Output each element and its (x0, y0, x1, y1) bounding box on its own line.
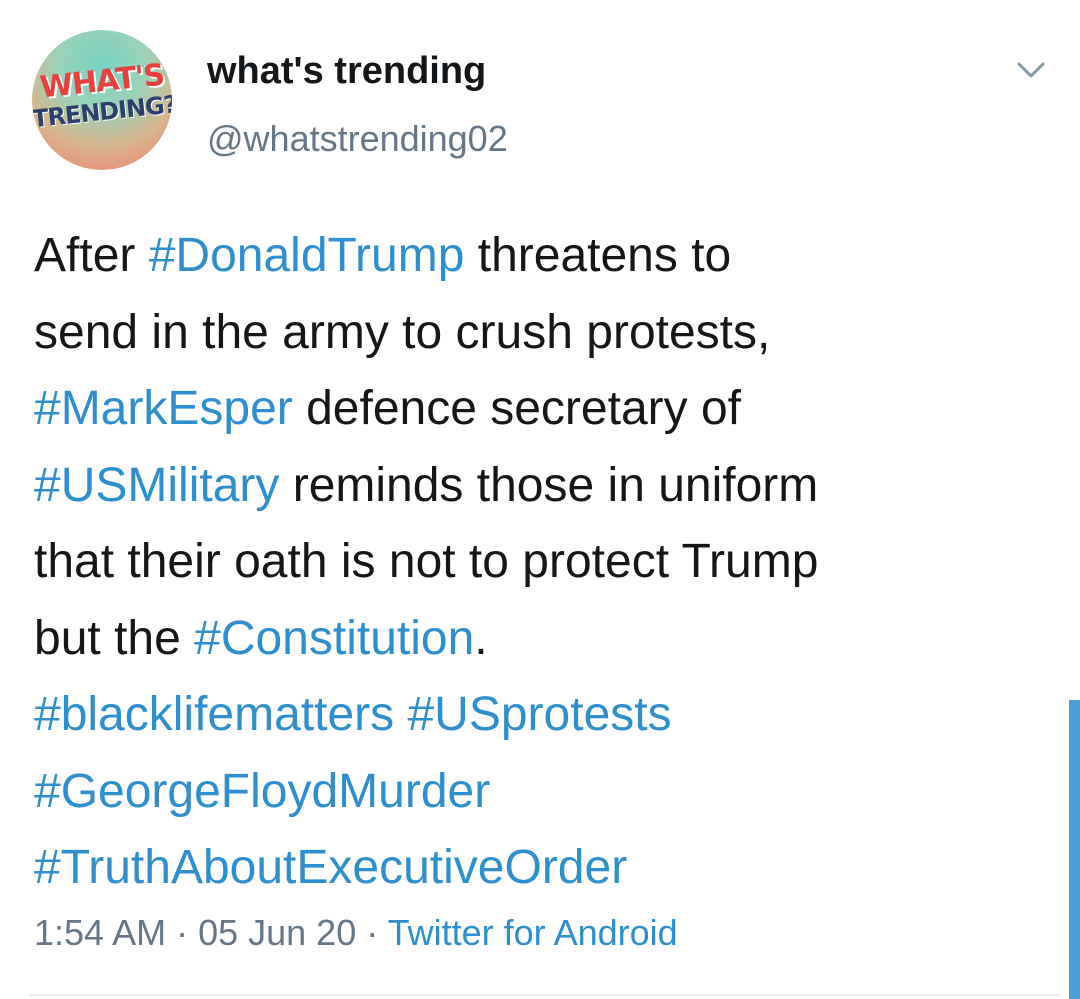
tweet-line: that their oath is not to protect Trump (34, 535, 819, 588)
tweet-line: #MarkEsper defence secretary of (34, 371, 1054, 448)
tweet-meta: 1:54 AM · 05 Jun 20 · Twitter for Androi… (34, 912, 678, 954)
meta-separator: · (356, 912, 388, 953)
text-segment (394, 688, 407, 741)
tweet-line: #GeorgeFloydMurder (34, 754, 1054, 831)
meta-separator: · (166, 912, 199, 953)
tweet-line: but the #Constitution. (34, 601, 1054, 678)
hashtag-link[interactable]: #blacklifematters (34, 688, 394, 741)
text-segment: reminds those in uniform (279, 458, 819, 512)
hashtag-link[interactable]: #MarkEsper (34, 382, 293, 435)
hashtag-link[interactable]: #Constitution (194, 612, 474, 665)
tweet-line: #USMilitary reminds those in uniform (34, 448, 1054, 525)
author-handle[interactable]: @whatstrending02 (207, 118, 508, 160)
scrollbar[interactable] (1069, 700, 1080, 999)
divider (30, 994, 1060, 996)
text-segment: threatens to (464, 229, 732, 282)
hashtag-link[interactable]: #TruthAboutExecutiveOrder (34, 841, 627, 894)
text-segment: but the (34, 611, 195, 665)
text-segment: defence secretary of (292, 382, 741, 435)
tweet-line: After #DonaldTrump threatens to (34, 218, 1054, 295)
hashtag-link[interactable]: #GeorgeFloydMurder (34, 765, 490, 818)
avatar[interactable]: WHAT'S TRENDING? (32, 30, 172, 170)
tweet-source-link[interactable]: Twitter for Android (388, 912, 678, 953)
text-segment: . (474, 611, 488, 665)
tweet-line: #blacklifematters #USprotests (34, 677, 1054, 754)
hashtag-link[interactable]: #USMilitary (34, 459, 279, 512)
hashtag-link[interactable]: #USprotests (407, 688, 671, 741)
chevron-down-icon[interactable] (1013, 54, 1049, 84)
text-segment: After (34, 229, 149, 282)
tweet-line: send in the army to crush protests, (34, 305, 771, 359)
tweet-card: WHAT'S TRENDING? what's trending @whatst… (0, 0, 1080, 999)
tweet-date[interactable]: 05 Jun 20 (198, 912, 356, 953)
tweet-line: #TruthAboutExecutiveOrder (34, 830, 1054, 907)
tweet-text: After #DonaldTrump threatens to send in … (34, 218, 1054, 907)
hashtag-link[interactable]: #DonaldTrump (149, 229, 465, 282)
tweet-time[interactable]: 1:54 AM (34, 912, 166, 953)
author-display-name[interactable]: what's trending (207, 50, 486, 93)
